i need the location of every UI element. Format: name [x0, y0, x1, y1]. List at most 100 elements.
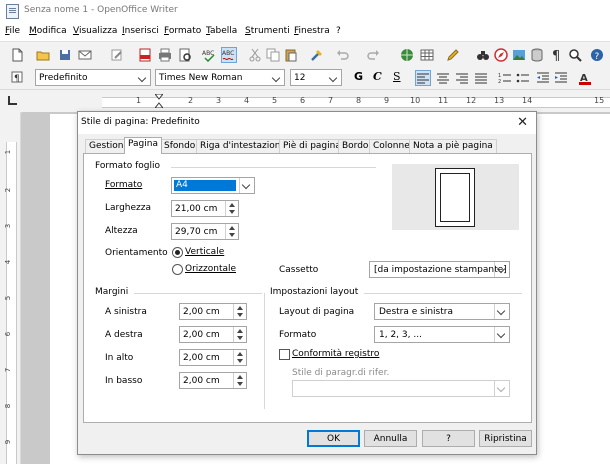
- spin-arrows-icon[interactable]: [233, 327, 246, 342]
- layout-pagina-dropdown[interactable]: Destra e sinistra: [374, 303, 510, 320]
- ripristina-button[interactable]: Ripristina: [479, 430, 532, 447]
- print-icon[interactable]: [158, 48, 172, 62]
- copy-icon[interactable]: [266, 48, 280, 62]
- spin-arrows-icon[interactable]: [233, 350, 246, 365]
- align-left-icon[interactable]: [415, 70, 431, 86]
- margine-basso-spinbox[interactable]: 2,00 cm: [179, 372, 247, 389]
- bold-button[interactable]: G: [354, 70, 363, 83]
- find-replace-icon[interactable]: [476, 48, 490, 62]
- paragraph-style-combo[interactable]: Predefinito: [35, 69, 151, 86]
- clone-formatting-icon[interactable]: [310, 48, 324, 62]
- indent-marker-icon[interactable]: [153, 93, 165, 109]
- section-divider: [134, 293, 262, 294]
- tab-nota-pie-pagina[interactable]: Nota a piè pagina: [409, 139, 497, 153]
- hyperlink-icon[interactable]: [400, 48, 414, 62]
- align-center-icon[interactable]: [436, 71, 450, 85]
- gallery-icon[interactable]: [512, 48, 526, 62]
- chevron-down-icon[interactable]: [494, 327, 509, 342]
- annulla-button[interactable]: Annulla: [364, 430, 417, 447]
- increase-indent-icon[interactable]: [554, 71, 568, 85]
- cassetto-dropdown[interactable]: [da impostazione stampante]: [369, 261, 510, 278]
- zoom-icon[interactable]: [568, 48, 582, 62]
- spin-arrows-icon[interactable]: [233, 304, 246, 319]
- tab-pagina[interactable]: Pagina: [124, 137, 162, 154]
- vertical-ruler[interactable]: 1 2 3 4 5 6 7 8 9: [0, 112, 21, 464]
- font-name-combo[interactable]: Times New Roman: [155, 69, 285, 86]
- show-draw-functions-icon[interactable]: [446, 48, 460, 62]
- save-icon[interactable]: [58, 48, 72, 62]
- table-icon[interactable]: [420, 48, 434, 62]
- spin-arrows-icon[interactable]: [233, 373, 246, 388]
- nonprinting-characters-icon[interactable]: ¶: [550, 48, 564, 62]
- menu-tabella[interactable]: Tabella: [206, 26, 237, 36]
- print-preview-icon[interactable]: [178, 48, 192, 62]
- formato-dropdown[interactable]: A4: [171, 177, 255, 194]
- menu-finestra[interactable]: Finestra: [294, 26, 330, 36]
- menu-help[interactable]: ?: [336, 26, 341, 36]
- tab-sfondo[interactable]: Sfondo: [160, 139, 200, 153]
- tab-pie-di-pagina[interactable]: Piè di pagina: [279, 139, 345, 153]
- italic-button[interactable]: C: [373, 70, 382, 83]
- cassetto-label: Cassetto: [279, 265, 319, 275]
- menu-visualizza[interactable]: Visualizza: [73, 26, 117, 36]
- email-icon[interactable]: [78, 48, 92, 62]
- navigator-icon[interactable]: [494, 48, 508, 62]
- menu-formato[interactable]: Formato: [164, 26, 201, 36]
- menu-strumenti[interactable]: Strumenti: [245, 26, 290, 36]
- redo-icon[interactable]: [366, 48, 380, 62]
- undo-icon[interactable]: [336, 48, 350, 62]
- chevron-down-icon[interactable]: [494, 262, 509, 277]
- conformita-registro-checkbox[interactable]: [279, 349, 290, 360]
- underline-button[interactable]: S: [393, 70, 401, 83]
- horizontal-ruler[interactable]: 1 2 3 4 5 6 7 8 9 10 11 12 13 14 15: [0, 89, 610, 113]
- chevron-down-icon[interactable]: [136, 70, 150, 85]
- margine-sinistra-spinbox[interactable]: 2,00 cm: [179, 303, 247, 320]
- decrease-indent-icon[interactable]: [536, 71, 550, 85]
- margine-destra-spinbox[interactable]: 2,00 cm: [179, 326, 247, 343]
- close-icon[interactable]: ✕: [517, 115, 528, 130]
- chevron-down-icon[interactable]: [327, 70, 341, 85]
- menu-modifica[interactable]: Modifica: [29, 26, 67, 36]
- spin-arrows-icon[interactable]: [225, 224, 238, 239]
- autospellcheck-icon[interactable]: ABC: [221, 47, 237, 63]
- chevron-down-icon[interactable]: [270, 70, 284, 85]
- tab-stop-selector-icon[interactable]: [8, 96, 17, 105]
- menu-inserisci[interactable]: Inserisci: [122, 26, 159, 36]
- conformita-registro-label[interactable]: Conformità registro: [292, 349, 379, 359]
- font-color-icon[interactable]: A: [578, 71, 592, 85]
- new-document-icon[interactable]: [10, 48, 24, 62]
- styles-formatting-icon[interactable]: ¶: [10, 70, 24, 84]
- orizzontale-label[interactable]: Orizzontale: [185, 264, 236, 274]
- formato-numerazione-dropdown[interactable]: 1, 2, 3, ...: [374, 326, 510, 343]
- spellcheck-icon[interactable]: ABC: [202, 48, 216, 62]
- export-pdf-icon[interactable]: [138, 48, 152, 62]
- align-right-icon[interactable]: [455, 71, 469, 85]
- larghezza-spinbox[interactable]: 21,00 cm: [171, 200, 239, 217]
- writer-app-icon: [6, 4, 19, 19]
- cut-icon[interactable]: [248, 48, 262, 62]
- verticale-label[interactable]: Verticale: [185, 247, 224, 257]
- help-button[interactable]: ?: [422, 430, 475, 447]
- bullets-icon[interactable]: [516, 71, 530, 85]
- menu-file[interactable]: File: [5, 26, 20, 36]
- ok-button[interactable]: OK: [307, 430, 360, 447]
- orizzontale-radio[interactable]: [172, 264, 183, 275]
- altezza-spinbox[interactable]: 29,70 cm: [171, 223, 239, 240]
- tab-colonne[interactable]: Colonne: [369, 139, 414, 153]
- verticale-radio[interactable]: [172, 247, 183, 258]
- spin-arrows-icon[interactable]: [225, 201, 238, 216]
- help-icon[interactable]: ?: [590, 48, 604, 62]
- chevron-down-icon[interactable]: [494, 304, 509, 319]
- larghezza-label: Larghezza: [105, 203, 151, 213]
- paste-icon[interactable]: [284, 48, 298, 62]
- font-size-combo[interactable]: 12: [290, 69, 342, 86]
- open-folder-icon[interactable]: [36, 48, 50, 62]
- margine-alto-spinbox[interactable]: 2,00 cm: [179, 349, 247, 366]
- tab-bordo[interactable]: Bordo: [338, 139, 373, 153]
- chevron-down-icon[interactable]: [239, 178, 254, 193]
- numbering-icon[interactable]: 12: [498, 71, 512, 85]
- justify-icon[interactable]: [474, 71, 488, 85]
- data-sources-icon[interactable]: [530, 48, 544, 62]
- edit-file-icon[interactable]: [110, 48, 124, 62]
- tab-riga-intestazione[interactable]: Riga d'intestazione: [196, 139, 291, 153]
